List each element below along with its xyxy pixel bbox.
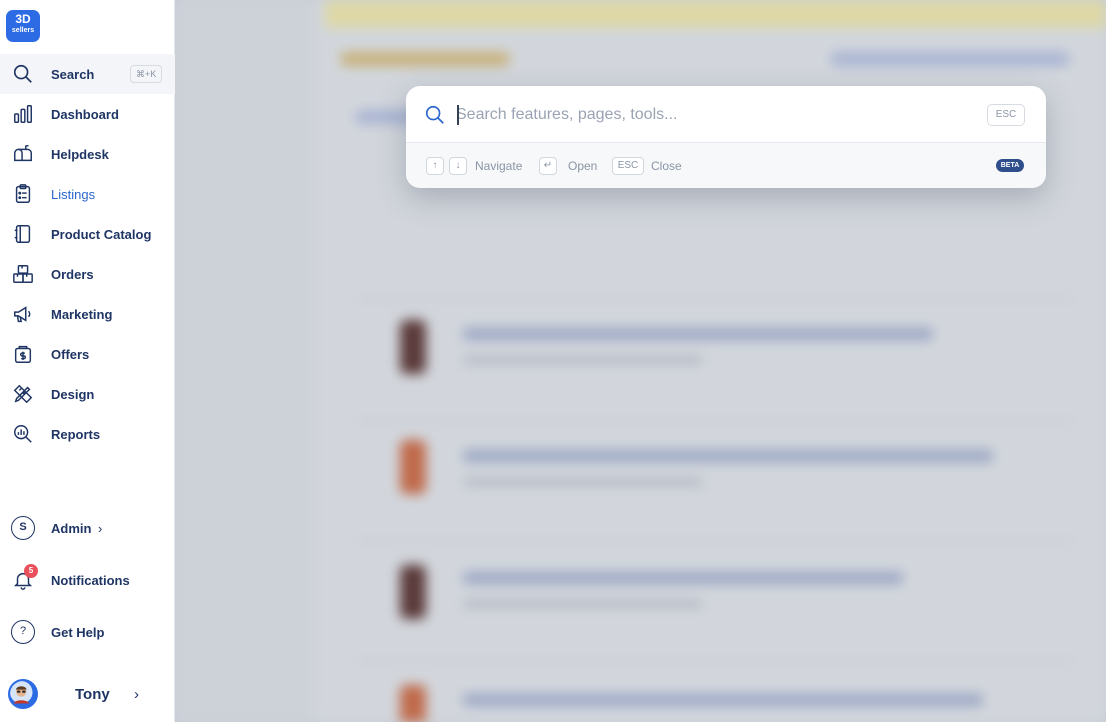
esc-key-icon: ESC (612, 157, 644, 175)
background-divider (355, 540, 1075, 542)
beta-badge: BETA (996, 159, 1024, 172)
sidebar-item-orders[interactable]: Orders (0, 254, 175, 294)
user-name: Tony (75, 685, 110, 703)
clipboard-list-icon (12, 183, 34, 205)
background-text (463, 572, 903, 584)
arrow-up-key-icon: ↑ (426, 157, 444, 175)
background-divider (355, 420, 1075, 422)
open-hint: Open (568, 159, 598, 173)
sidebar-item-label: Admin (51, 520, 92, 536)
magnifier-chart-icon (12, 423, 34, 445)
background-thumbnail (400, 565, 426, 619)
sidebar: 3D sellers Search ⌘+K Dashboard Helpdesk… (0, 0, 175, 722)
background-text (463, 478, 703, 486)
sidebar-item-label: Helpdesk (51, 146, 109, 162)
close-hint: Close (651, 159, 682, 173)
notification-count-badge: 5 (24, 564, 38, 578)
background-text (463, 328, 933, 340)
search-modal: ESC ↑ ↓ Navigate ↵ Open ESC Close BETA (406, 86, 1046, 188)
search-input[interactable] (456, 101, 976, 129)
sidebar-item-dashboard[interactable]: Dashboard (0, 94, 175, 134)
sidebar-item-product-catalog[interactable]: Product Catalog (0, 214, 175, 254)
sidebar-item-label: Offers (51, 346, 90, 362)
sidebar-item-label: Product Catalog (51, 226, 152, 242)
sidebar-item-search[interactable]: Search ⌘+K (0, 54, 175, 94)
background-title (340, 52, 510, 66)
background-text (463, 450, 993, 462)
sidebar-item-listings[interactable]: Listings (0, 174, 175, 214)
text-caret (457, 105, 459, 125)
sidebar-item-get-help[interactable]: ? Get Help (0, 612, 175, 652)
bar-chart-icon (12, 103, 34, 125)
app-logo[interactable]: 3D sellers (6, 10, 40, 42)
background-divider (355, 660, 1075, 662)
background-secondary-column (175, 0, 315, 722)
background-text (463, 694, 983, 706)
chevron-right-icon: › (134, 685, 139, 703)
logo-text-sellers: sellers (11, 27, 35, 34)
search-footer: ↑ ↓ Navigate ↵ Open ESC Close BETA (406, 143, 1046, 188)
logo-text-3d: 3D (15, 12, 31, 26)
pencil-ruler-icon (12, 383, 34, 405)
background-text (463, 356, 703, 364)
sidebar-item-offers[interactable]: Offers (0, 334, 175, 374)
sidebar-item-label: Search (51, 66, 95, 82)
notebook-icon (12, 223, 34, 245)
sidebar-item-label: Listings (51, 186, 96, 202)
sidebar-item-label: Notifications (51, 572, 130, 588)
chevron-right-icon: › (98, 520, 103, 536)
help-icon: ? (11, 620, 35, 644)
arrow-down-key-icon: ↓ (449, 157, 467, 175)
sidebar-item-label: Marketing (51, 306, 113, 322)
sidebar-item-label: Design (51, 386, 95, 402)
shortcut-hint: ⌘+K (130, 65, 163, 83)
admin-initial-icon: S (11, 516, 35, 540)
background-thumbnail (400, 685, 426, 722)
background-thumbnail (400, 440, 426, 494)
search-icon (12, 63, 34, 85)
sidebar-item-label: Reports (51, 426, 101, 442)
background-text (463, 600, 703, 608)
background-thumbnail (400, 320, 426, 374)
background-button (830, 52, 1070, 66)
sidebar-item-design[interactable]: Design (0, 374, 175, 414)
avatar (8, 679, 38, 709)
sidebar-item-reports[interactable]: Reports (0, 414, 175, 454)
mailbox-icon (12, 143, 34, 165)
background-divider (355, 298, 1075, 300)
search-icon (424, 104, 446, 126)
boxes-icon (12, 263, 34, 285)
sidebar-item-label: Dashboard (51, 106, 119, 122)
sidebar-item-label: Get Help (51, 624, 105, 640)
megaphone-icon (12, 303, 34, 325)
sidebar-item-marketing[interactable]: Marketing (0, 294, 175, 334)
background-banner (325, 0, 1106, 28)
sidebar-item-label: Orders (51, 266, 94, 282)
dollar-tag-icon (12, 343, 34, 365)
esc-button[interactable]: ESC (987, 104, 1025, 126)
navigate-hint: Navigate (475, 159, 523, 173)
search-bar: ESC (406, 86, 1046, 143)
enter-key-icon: ↵ (539, 157, 557, 175)
sidebar-item-notifications[interactable]: 5 Notifications (0, 560, 175, 600)
sidebar-item-admin[interactable]: S Admin › (0, 508, 175, 548)
user-profile[interactable]: Tony › (0, 674, 175, 714)
sidebar-item-helpdesk[interactable]: Helpdesk (0, 134, 175, 174)
